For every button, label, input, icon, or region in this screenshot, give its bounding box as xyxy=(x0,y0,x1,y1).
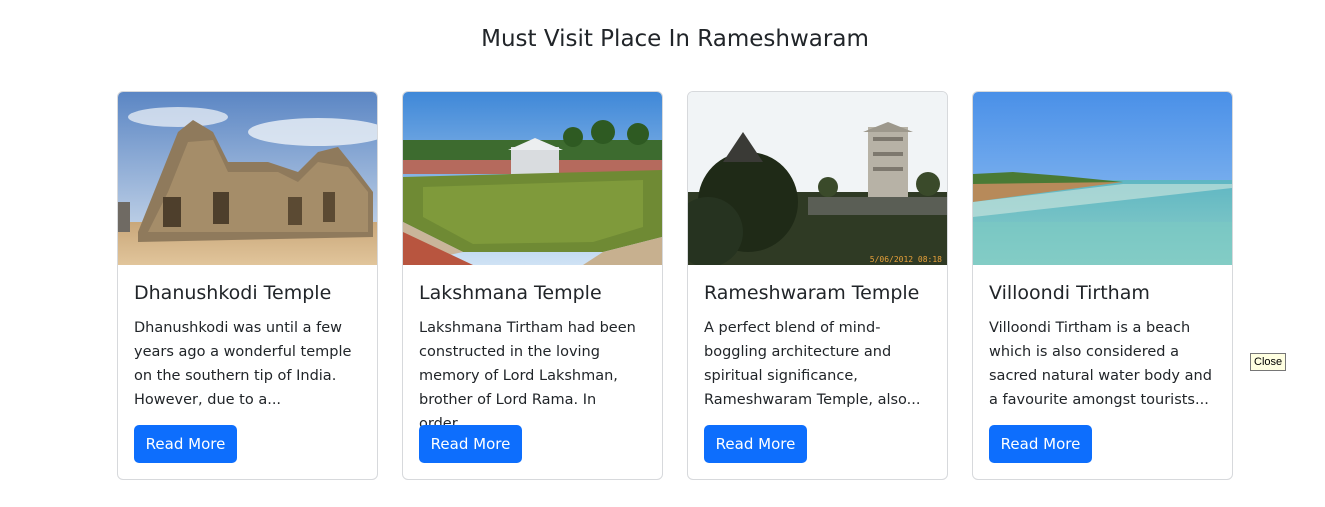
close-tooltip: Close xyxy=(1250,353,1287,371)
card-title: Lakshmana Temple xyxy=(419,282,602,304)
card-title: Rameshwaram Temple xyxy=(704,282,920,304)
card-image-rameshwaram: 5/06/2012 08:18 xyxy=(688,92,947,265)
card-text: Lakshmana Tirtham had been constructed i… xyxy=(419,320,636,432)
card-dhanushkodi: Dhanushkodi Temple Dhanushkodi was until… xyxy=(117,91,378,480)
section-title: Must Visit Place In Rameshwaram xyxy=(481,26,869,52)
photo-date-stamp: 5/06/2012 08:18 xyxy=(870,255,942,264)
card-image-dhanushkodi xyxy=(118,92,377,265)
read-more-button[interactable]: Read More xyxy=(989,425,1092,463)
card-text: Dhanushkodi was until a few years ago a … xyxy=(134,320,352,408)
card-grid: Dhanushkodi Temple Dhanushkodi was until… xyxy=(117,91,1233,480)
card-rameshwaram: 5/06/2012 08:18 Rameshwaram Temple A per… xyxy=(687,91,948,480)
read-more-button[interactable]: Read More xyxy=(704,425,807,463)
read-more-button[interactable]: Read More xyxy=(134,425,237,463)
card-title: Dhanushkodi Temple xyxy=(134,282,332,304)
card-lakshmana: Lakshmana Temple Lakshmana Tirtham had b… xyxy=(402,91,663,480)
card-image-villoondi xyxy=(973,92,1232,265)
card-title: Villoondi Tirtham xyxy=(989,282,1150,304)
read-more-button[interactable]: Read More xyxy=(419,425,522,463)
card-villoondi: Villoondi Tirtham Villoondi Tirtham is a… xyxy=(972,91,1233,480)
card-text: Villoondi Tirtham is a beach which is al… xyxy=(989,320,1212,408)
card-text: A perfect blend of mind-boggling archite… xyxy=(704,320,921,408)
card-image-lakshmana xyxy=(403,92,662,265)
